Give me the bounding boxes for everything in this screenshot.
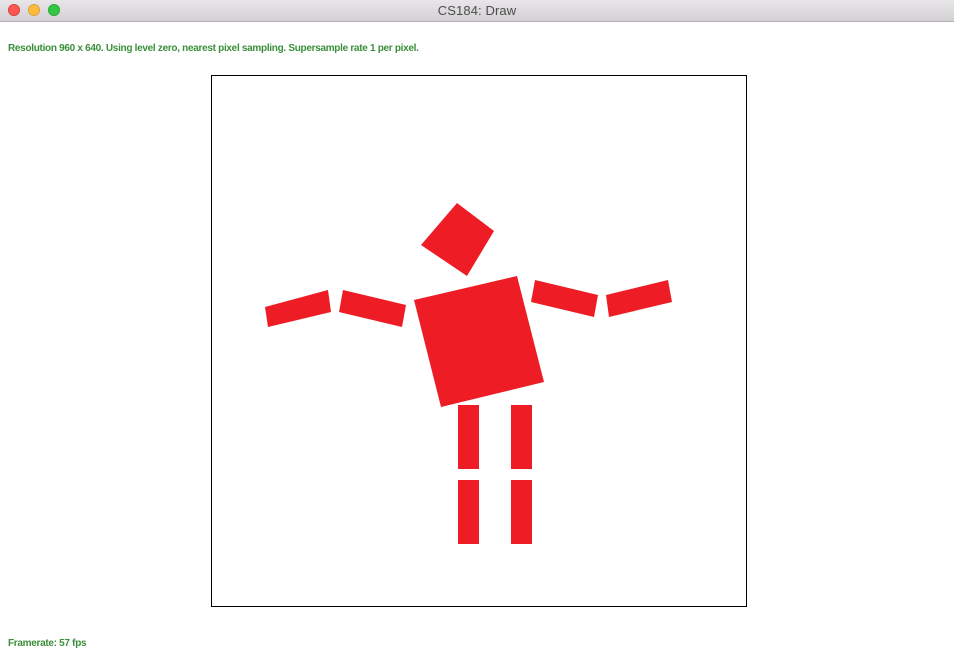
drawing-canvas[interactable] [211, 75, 747, 607]
drawing-svg [265, 203, 672, 544]
left-forearm-shape [265, 290, 331, 327]
stick-figure [265, 203, 672, 544]
right-shin-shape [511, 480, 532, 544]
right-upper-arm-shape [531, 280, 598, 317]
title-bar[interactable]: CS184: Draw [0, 0, 954, 22]
head-shape [421, 203, 494, 276]
framerate-text: Framerate: 57 fps [8, 638, 87, 649]
status-text: Resolution 960 x 640. Using level zero, … [8, 43, 419, 54]
left-thigh-shape [458, 405, 479, 469]
left-upper-arm-shape [339, 290, 406, 327]
left-shin-shape [458, 480, 479, 544]
torso-shape [414, 276, 544, 407]
right-forearm-shape [606, 280, 672, 317]
app-window: CS184: Draw Resolution 960 x 640. Using … [0, 0, 954, 659]
window-title: CS184: Draw [437, 3, 517, 18]
right-thigh-shape [511, 405, 532, 469]
